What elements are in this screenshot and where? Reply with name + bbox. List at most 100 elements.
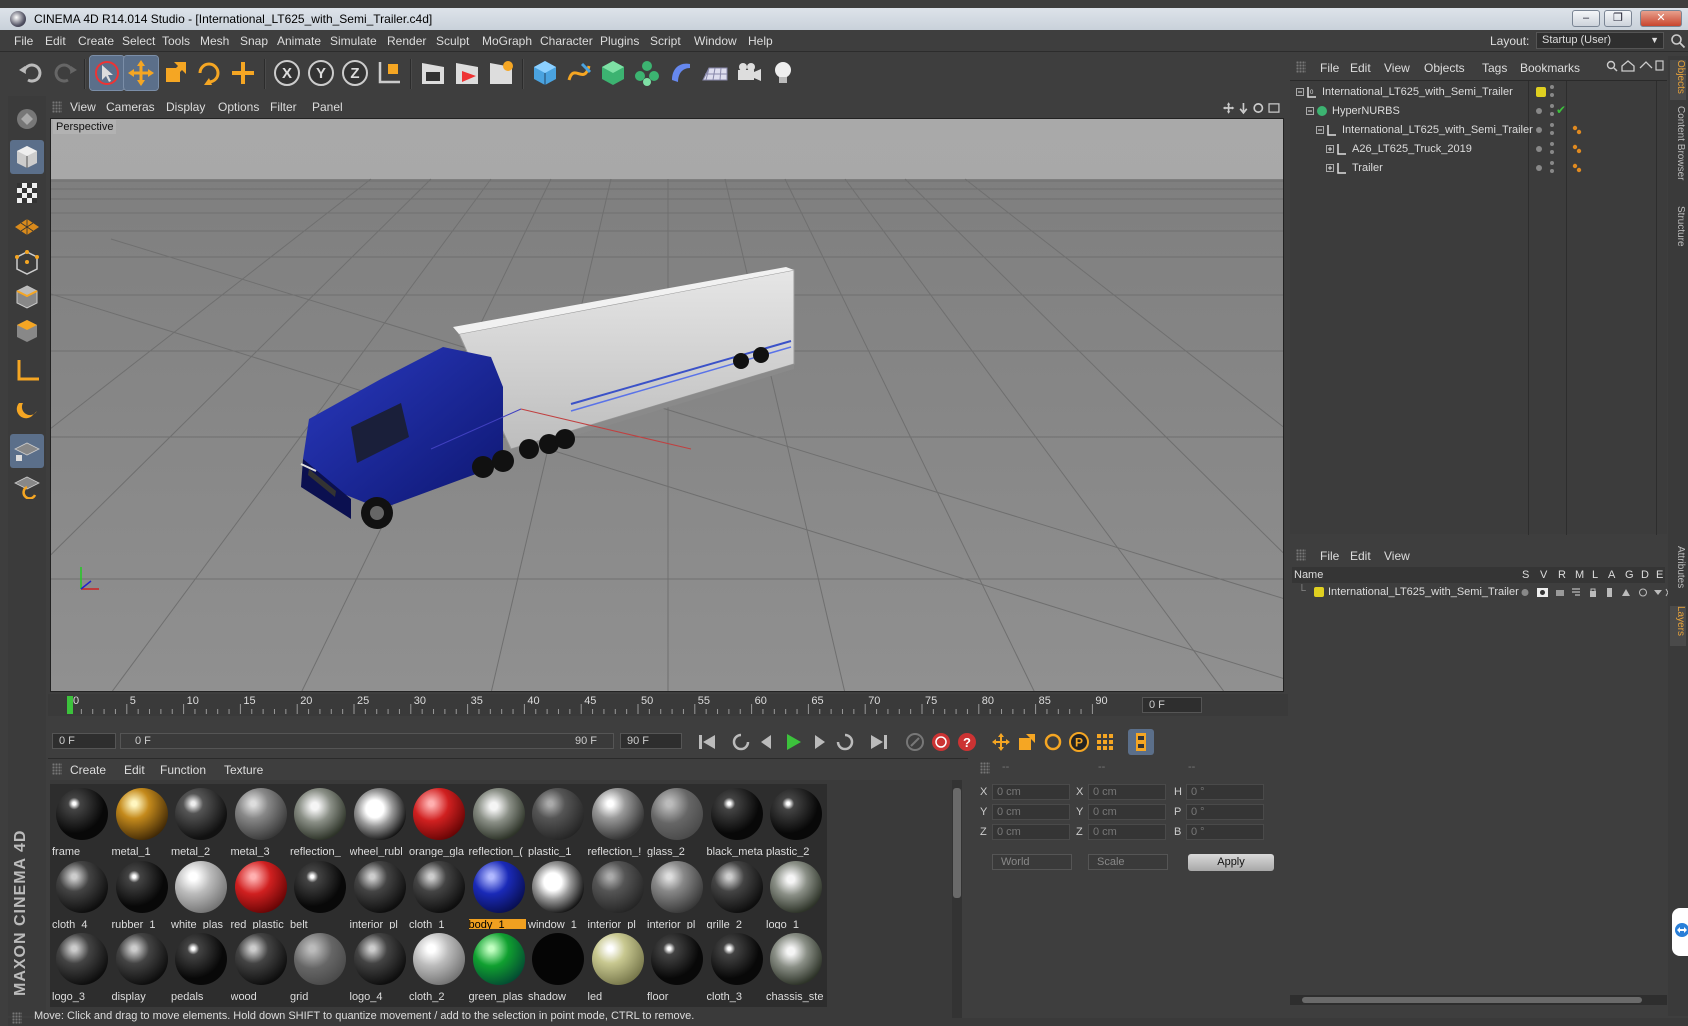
render-settings-button[interactable] [484, 56, 518, 90]
workplane-button[interactable] [10, 210, 44, 244]
menu-sculpt[interactable]: Sculpt [436, 34, 469, 48]
current-frame-field[interactable]: 0 F [1142, 697, 1202, 713]
layer-horizontal-scrollbar[interactable] [1290, 995, 1667, 1005]
add-floor-button[interactable] [698, 56, 732, 90]
menu-snap[interactable]: Snap [240, 34, 268, 48]
col-deformers[interactable]: D [1641, 569, 1649, 581]
material-swatch[interactable]: metal_2 [169, 784, 232, 862]
viewport-menu-cameras[interactable]: Cameras [106, 100, 155, 114]
lm-menu-file[interactable]: File [1320, 549, 1339, 563]
coordinate-system-button[interactable] [372, 56, 406, 90]
redo-button[interactable] [48, 56, 82, 90]
size-y-field[interactable]: 0 cm [1088, 804, 1166, 820]
rot-p-field[interactable]: 0 ° [1186, 804, 1264, 820]
next-frame-button[interactable] [806, 729, 832, 755]
material-swatch[interactable]: wood [228, 929, 292, 1007]
material-swatch[interactable]: black_meta [704, 784, 768, 862]
material-menu-texture[interactable]: Texture [224, 763, 263, 777]
material-swatch[interactable]: shadow [526, 929, 589, 1007]
om-menu-tags[interactable]: Tags [1482, 61, 1507, 75]
previous-frame-button[interactable] [754, 729, 780, 755]
coordinate-mode-dropdown[interactable]: World [992, 854, 1072, 870]
col-generators[interactable]: G [1625, 569, 1634, 581]
om-menu-view[interactable]: View [1384, 61, 1410, 75]
enabled-check-icon[interactable]: ✔ [1556, 103, 1566, 117]
key-scale-button[interactable] [1014, 729, 1040, 755]
material-swatch[interactable]: led [585, 929, 649, 1007]
menu-render[interactable]: Render [387, 34, 426, 48]
apply-button[interactable]: Apply [1188, 854, 1274, 871]
add-spline-button[interactable] [562, 56, 596, 90]
add-light-button[interactable] [766, 56, 800, 90]
playhead[interactable] [67, 696, 73, 714]
material-swatch[interactable]: belt [288, 856, 351, 935]
material-swatch[interactable]: cloth_1 [407, 856, 470, 935]
timeline-layout-button[interactable] [1128, 729, 1154, 755]
next-key-button[interactable] [832, 729, 858, 755]
material-swatch[interactable]: floor [645, 929, 708, 1007]
material-swatch[interactable]: orange_gla [407, 784, 470, 862]
add-camera-button[interactable] [732, 56, 766, 90]
add-cube-button[interactable] [528, 56, 562, 90]
render-picture-viewer-button[interactable] [450, 56, 484, 90]
layer-row[interactable]: └ International_LT625_with_Semi_Trailer [1292, 584, 1670, 601]
lm-menu-view[interactable]: View [1384, 549, 1410, 563]
tab-objects[interactable]: Objects [1670, 60, 1686, 100]
viewport-menu-display[interactable]: Display [166, 100, 205, 114]
panel-grip[interactable] [980, 762, 990, 774]
material-tag-icon[interactable] [1572, 125, 1582, 135]
material-swatch[interactable]: reflection_( [466, 784, 530, 862]
scrollbar-thumb[interactable] [1302, 997, 1642, 1003]
model-mode-button[interactable] [10, 140, 44, 174]
remote-support-badge[interactable] [1672, 908, 1688, 956]
menu-edit[interactable]: Edit [45, 34, 66, 48]
rot-b-field[interactable]: 0 ° [1186, 824, 1264, 840]
move-tool-button[interactable] [123, 55, 159, 91]
menu-help[interactable]: Help [748, 34, 773, 48]
points-mode-button[interactable] [10, 246, 44, 280]
end-frame-field[interactable]: 90 F [620, 733, 682, 749]
material-swatch[interactable]: plastic_2 [764, 784, 827, 862]
menu-tools[interactable]: Tools [162, 34, 190, 48]
col-locked[interactable]: L [1592, 569, 1598, 581]
rotate-tool-button[interactable] [192, 56, 226, 90]
menu-script[interactable]: Script [650, 34, 681, 48]
col-animation[interactable]: A [1608, 569, 1615, 581]
material-swatch[interactable]: grille_2 [704, 856, 768, 935]
om-search-home-icons[interactable] [1606, 59, 1664, 73]
polygons-mode-button[interactable] [10, 314, 44, 348]
texture-mode-button[interactable] [10, 176, 44, 210]
menu-character[interactable]: Character [540, 34, 593, 48]
material-swatch[interactable]: wheel_rubl [347, 784, 411, 862]
material-swatch[interactable]: display [109, 929, 173, 1007]
viewport-navigation-icons[interactable] [1222, 100, 1288, 116]
col-render[interactable]: R [1558, 569, 1566, 581]
material-scrollbar[interactable] [952, 780, 962, 1018]
menu-mesh[interactable]: Mesh [200, 34, 229, 48]
viewport-menu-panel[interactable]: Panel [312, 100, 343, 114]
material-swatch[interactable]: logo_4 [347, 929, 411, 1007]
tree-row-root[interactable]: 0 International_LT625_with_Semi_Trailer [1290, 83, 1667, 101]
y-axis-lock-button[interactable]: Y [304, 56, 338, 90]
locked-workplane-button[interactable] [10, 468, 44, 502]
om-menu-edit[interactable]: Edit [1350, 61, 1371, 75]
viewport-menu-view[interactable]: View [70, 100, 96, 114]
pos-z-field[interactable]: 0 cm [992, 824, 1070, 840]
material-swatch[interactable]: interior_pl [585, 856, 649, 935]
menu-create[interactable]: Create [78, 34, 114, 48]
minimize-button[interactable]: – [1572, 10, 1600, 27]
material-swatch[interactable]: interior_pl [645, 856, 708, 935]
key-rotation-button[interactable] [1040, 729, 1066, 755]
panel-grip[interactable] [1296, 61, 1306, 73]
size-mode-dropdown[interactable]: Scale [1088, 854, 1168, 870]
close-button[interactable]: ✕ [1640, 10, 1682, 27]
scale-tool-button[interactable] [158, 56, 192, 90]
material-swatch[interactable]: red_plastic [228, 856, 292, 935]
lm-menu-edit[interactable]: Edit [1350, 549, 1371, 563]
rot-h-field[interactable]: 0 ° [1186, 784, 1264, 800]
om-menu-file[interactable]: File [1320, 61, 1339, 75]
material-menu-create[interactable]: Create [70, 763, 106, 777]
menu-simulate[interactable]: Simulate [330, 34, 377, 48]
menu-select[interactable]: Select [122, 34, 155, 48]
restore-button[interactable]: ❐ [1604, 10, 1632, 27]
